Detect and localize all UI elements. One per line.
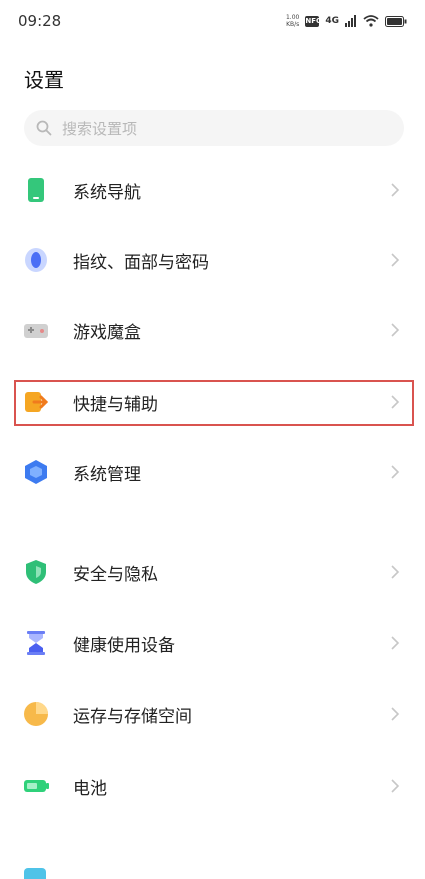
battery-icon [24,780,49,792]
chevron-right-icon [391,779,400,793]
system-management-icon [25,460,47,484]
settings-item-system-navigation[interactable]: 系统导航 [0,162,425,218]
network-type: 4G [325,16,339,26]
storage-pie-icon [24,702,48,726]
chevron-right-icon [391,323,400,337]
chevron-right-icon [391,565,400,579]
status-bar: 09:28 1.00 KB/s NFC 4G [0,0,425,44]
settings-item-system-management[interactable]: 系统管理 [0,444,425,500]
nfc-icon: NFC [305,15,322,27]
fingerprint-icon [25,248,47,272]
status-icons: 1.00 KB/s NFC 4G [286,12,407,30]
search-input[interactable]: 搜索设置项 [24,110,404,146]
settings-item-security-privacy[interactable]: 安全与隐私 [0,544,425,600]
battery-status-icon [385,15,407,27]
settings-item-battery[interactable]: 电池 [0,758,425,814]
settings-item-label: 电池 [73,779,107,799]
chevron-right-icon [391,636,400,650]
settings-item-healthy-device-usage[interactable]: 健康使用设备 [0,615,425,671]
wifi-icon [363,15,379,27]
status-time: 09:28 [18,12,62,30]
settings-item-label: 指纹、面部与密码 [73,253,209,273]
search-placeholder: 搜索设置项 [62,120,138,138]
chevron-right-icon [391,253,400,267]
settings-item-label: 安全与隐私 [73,565,158,585]
chevron-right-icon [391,183,400,197]
highlight-box [14,380,414,426]
settings-item-label: 系统导航 [73,183,141,203]
settings-item-label: 运存与存储空间 [73,707,192,727]
settings-item-memory-storage[interactable]: 运存与存储空间 [0,686,425,742]
settings-item-label: 系统管理 [73,465,141,485]
network-speed-unit: KB/s [286,21,300,28]
settings-item-label: 游戏魔盒 [73,323,141,343]
settings-item-label: 健康使用设备 [73,636,175,656]
shield-icon [26,560,46,584]
network-speed: 1.00 KB/s [286,14,299,28]
hourglass-icon [27,631,45,655]
phone-nav-icon [28,178,44,202]
game-box-icon [24,324,48,338]
chevron-right-icon [391,707,400,721]
next-item-icon-partial [24,868,46,879]
settings-item-fingerprint-face-password[interactable]: 指纹、面部与密码 [0,232,425,288]
settings-item-game-box[interactable]: 游戏魔盒 [0,302,425,358]
network-speed-value: 1.00 [285,14,300,21]
search-icon [36,120,52,136]
chevron-right-icon [391,465,400,479]
signal-icon [345,15,356,27]
page-title: 设置 [24,68,64,92]
